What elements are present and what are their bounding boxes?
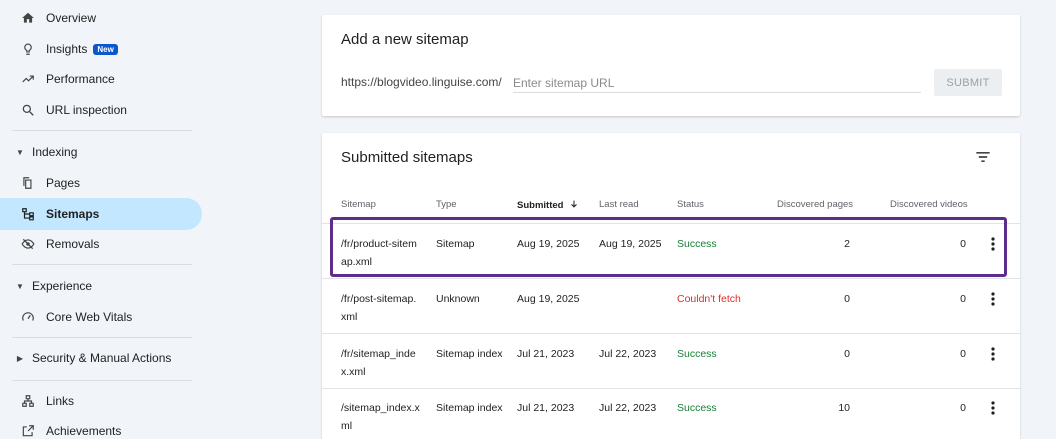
sitemap-path: /fr/product-sitem ap.xml — [341, 238, 417, 268]
sitemap-type: Sitemap index — [436, 402, 503, 414]
sidebar-divider — [12, 264, 192, 265]
sidebar-divider — [12, 337, 192, 338]
status-text: Success — [677, 348, 717, 360]
section-label: Indexing — [32, 145, 78, 159]
submitted-sitemaps-card: Submitted sitemaps Sitemap Type Submitte… — [322, 133, 1020, 439]
table-row[interactable]: /fr/sitemap_inde x.xml Sitemap index Jul … — [322, 333, 1020, 388]
sidebar-item-pages[interactable]: Pages — [0, 167, 202, 199]
caret-down-icon: ▼ — [16, 281, 24, 291]
more-vert-icon[interactable] — [986, 345, 1000, 363]
sidebar-item-achievements[interactable]: Achievements — [0, 415, 202, 439]
sidebar-item-label: Links — [46, 394, 75, 408]
sidebar-item-insights[interactable]: Insights New — [0, 33, 202, 65]
section-label: Experience — [32, 279, 93, 293]
sitemap-icon — [20, 206, 36, 222]
discovered-pages-count: 10 — [838, 402, 850, 414]
sidebar-item-url-inspection[interactable]: URL inspection — [0, 94, 202, 126]
visibility-off-icon — [20, 236, 36, 252]
sitemap-type: Unknown — [436, 293, 480, 305]
sidebar-item-links[interactable]: Links — [0, 385, 202, 417]
section-security[interactable]: ▶ Security & Manual Actions — [0, 342, 200, 374]
submit-button[interactable]: SUBMIT — [934, 69, 1002, 96]
sitemap-path: /fr/post-sitemap. xml — [341, 293, 417, 323]
caret-right-icon: ▶ — [16, 353, 24, 363]
column-header-sitemap[interactable]: Sitemap — [341, 199, 376, 210]
more-vert-icon[interactable] — [986, 399, 1000, 417]
discovered-videos-count: 0 — [960, 293, 966, 305]
sidebar-item-label: Pages — [46, 176, 81, 190]
last-read-date: Aug 19, 2025 — [599, 238, 662, 250]
status-text: Success — [677, 402, 717, 414]
submitted-date: Jul 21, 2023 — [517, 348, 575, 360]
discovered-pages-count: 2 — [844, 238, 850, 250]
last-read-date: Jul 22, 2023 — [599, 402, 657, 414]
achievements-icon — [20, 423, 36, 439]
sidebar-item-label: URL inspection — [46, 103, 127, 117]
sitemap-type: Sitemap index — [436, 348, 503, 360]
section-label: Security & Manual Actions — [32, 351, 172, 365]
sidebar-item-label: Core Web Vitals — [46, 310, 133, 324]
sitemap-type: Sitemap — [436, 238, 475, 250]
links-icon — [20, 393, 36, 409]
section-experience[interactable]: ▼ Experience — [0, 270, 200, 302]
sidebar-item-label: Removals — [46, 237, 100, 251]
sidebar-divider — [12, 380, 192, 381]
table-row[interactable]: /fr/post-sitemap. xml Unknown Aug 19, 202… — [322, 278, 1020, 333]
more-vert-icon[interactable] — [986, 235, 1000, 253]
sidebar-item-label: Performance — [46, 72, 115, 86]
caret-down-icon: ▼ — [16, 147, 24, 157]
column-header-discovered-videos[interactable]: Discovered videos — [890, 199, 968, 210]
sidebar-item-label: Sitemaps — [46, 207, 100, 221]
section-indexing[interactable]: ▼ Indexing — [0, 136, 200, 168]
filter-icon[interactable] — [973, 147, 993, 167]
sidebar-item-core-web-vitals[interactable]: Core Web Vitals — [0, 301, 202, 333]
submitted-date: Aug 19, 2025 — [517, 293, 580, 305]
lightbulb-icon — [20, 41, 36, 57]
home-icon — [20, 10, 36, 26]
sidebar: Overview Insights New Performance URL in… — [0, 0, 210, 439]
sidebar-divider — [12, 130, 192, 131]
status-text: Success — [677, 238, 717, 250]
submitted-sitemaps-title: Submitted sitemaps — [341, 149, 473, 166]
column-header-discovered-pages[interactable]: Discovered pages — [777, 199, 853, 210]
sidebar-item-overview[interactable]: Overview — [0, 2, 202, 34]
sidebar-item-label: Achievements — [46, 424, 122, 438]
pages-icon — [20, 175, 36, 191]
column-header-label: Submitted — [517, 200, 564, 211]
column-header-last-read[interactable]: Last read — [599, 199, 639, 210]
sidebar-item-removals[interactable]: Removals — [0, 228, 202, 260]
column-header-type[interactable]: Type — [436, 199, 457, 210]
submitted-date: Jul 21, 2023 — [517, 402, 575, 414]
trending-up-icon — [20, 71, 36, 87]
sidebar-item-performance[interactable]: Performance — [0, 63, 202, 95]
sitemap-path: /sitemap_index.x ml — [341, 402, 420, 432]
sidebar-item-sitemaps[interactable]: Sitemaps — [0, 198, 202, 230]
search-icon — [20, 102, 36, 118]
speed-icon — [20, 309, 36, 325]
url-prefix: https://blogvideo.linguise.com/ — [341, 75, 502, 89]
sort-arrow-down-icon — [571, 200, 577, 208]
column-header-status[interactable]: Status — [677, 199, 704, 210]
column-header-submitted[interactable]: Submitted — [517, 199, 579, 211]
table-row[interactable]: /fr/product-sitem ap.xml Sitemap Aug 19, … — [322, 223, 1020, 278]
discovered-pages-count: 0 — [844, 348, 850, 360]
add-sitemap-title: Add a new sitemap — [341, 31, 469, 48]
discovered-videos-count: 0 — [960, 402, 966, 414]
new-badge: New — [93, 43, 118, 55]
sitemap-url-input[interactable] — [513, 73, 921, 93]
discovered-videos-count: 0 — [960, 348, 966, 360]
sidebar-item-label: Insights — [46, 42, 88, 56]
submitted-date: Aug 19, 2025 — [517, 238, 580, 250]
sidebar-item-label: Overview — [46, 11, 97, 25]
status-text: Couldn't fetch — [677, 293, 741, 305]
more-vert-icon[interactable] — [986, 290, 1000, 308]
add-sitemap-card: Add a new sitemap https://blogvideo.ling… — [322, 15, 1020, 116]
sitemap-path: /fr/sitemap_inde x.xml — [341, 348, 416, 378]
table-row[interactable]: /sitemap_index.x ml Sitemap index Jul 21,… — [322, 388, 1020, 439]
discovered-videos-count: 0 — [960, 238, 966, 250]
last-read-date: Jul 22, 2023 — [599, 348, 657, 360]
discovered-pages-count: 0 — [844, 293, 850, 305]
